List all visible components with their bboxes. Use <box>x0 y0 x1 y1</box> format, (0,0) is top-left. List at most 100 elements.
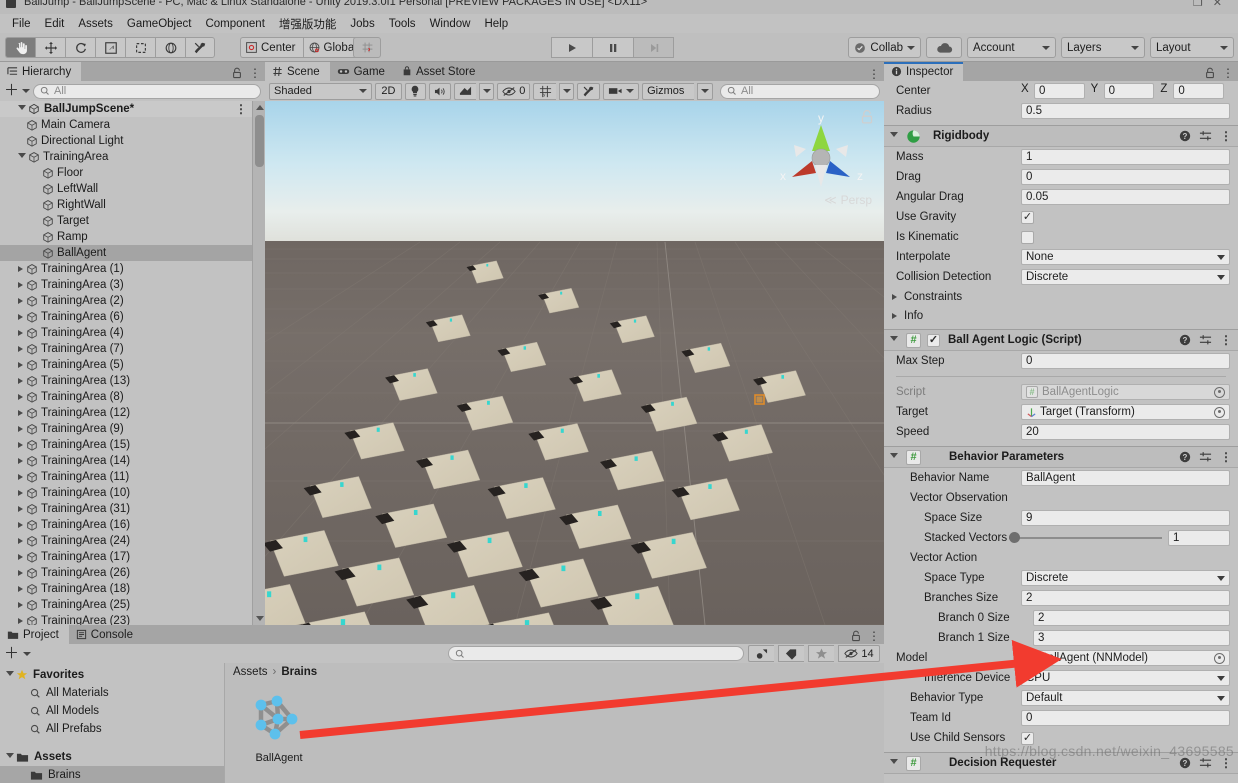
scene-lighting-toggle[interactable] <box>404 82 426 100</box>
max-step-field[interactable]: 0 <box>1021 353 1230 369</box>
menu-item-jobs[interactable]: Jobs <box>343 16 381 32</box>
layout-button[interactable]: Layout <box>1150 37 1234 58</box>
scene-audio-toggle[interactable] <box>428 82 451 100</box>
inference-device-dropdown[interactable]: CPU <box>1021 670 1230 686</box>
hierarchy-item[interactable]: TrainingArea (4) <box>0 325 265 341</box>
scene-grid-dropdown[interactable] <box>559 82 575 100</box>
tab-console[interactable]: Console <box>69 625 143 644</box>
behavior-parameters-menu-icon[interactable]: ⋮ <box>1220 451 1232 463</box>
presets-icon[interactable] <box>1199 334 1212 346</box>
decision-requester-header[interactable]: # Decision Requester ? ⋮ <box>884 752 1238 774</box>
hierarchy-item[interactable]: Ramp <box>0 229 265 245</box>
script-field[interactable]: # BallAgentLogic <box>1021 384 1230 400</box>
create-object-button[interactable]: ＋ <box>4 83 19 98</box>
hierarchy-scrollbar[interactable] <box>252 101 265 625</box>
hierarchy-item[interactable]: TrainingArea (14) <box>0 453 265 469</box>
space-size-field[interactable]: 9 <box>1021 510 1230 526</box>
chevron-down-icon[interactable] <box>890 336 898 344</box>
scene-search-input[interactable]: All <box>720 83 880 99</box>
scene-menu-icon[interactable]: ⋮ <box>868 68 880 80</box>
info-foldout[interactable]: Info <box>884 306 1238 325</box>
chevron-right-icon[interactable] <box>18 378 23 384</box>
chevron-right-icon[interactable] <box>18 394 23 400</box>
hierarchy-item[interactable]: Main Camera <box>0 117 265 133</box>
hierarchy-item[interactable]: TrainingArea (11) <box>0 469 265 485</box>
chevron-down-icon[interactable] <box>890 759 898 767</box>
chevron-right-icon[interactable] <box>18 506 23 512</box>
team-id-field[interactable]: 0 <box>1021 710 1230 726</box>
scene-menu-icon[interactable]: ⋮ <box>235 103 247 115</box>
chevron-down-icon[interactable] <box>18 153 26 161</box>
create-asset-button[interactable]: ＋ <box>4 646 19 661</box>
rigidbody-menu-icon[interactable]: ⋮ <box>1220 130 1232 142</box>
step-button[interactable] <box>633 37 674 58</box>
project-tree-item[interactable]: Assets <box>0 748 224 766</box>
hierarchy-item[interactable]: TrainingArea (5) <box>0 357 265 373</box>
lock-icon[interactable] <box>232 67 242 79</box>
tab-asset-store[interactable]: Asset Store <box>395 62 485 81</box>
hierarchy-item[interactable]: BallAgent <box>0 245 265 261</box>
chevron-right-icon[interactable] <box>18 298 23 304</box>
menu-item-file[interactable]: File <box>5 16 38 32</box>
hierarchy-item[interactable]: TrainingArea (23) <box>0 613 265 625</box>
hierarchy-item[interactable]: Directional Light <box>0 133 265 149</box>
filter-by-label-button[interactable] <box>778 645 804 662</box>
chevron-down-icon[interactable] <box>890 132 898 140</box>
hierarchy-item[interactable]: TrainingArea <box>0 149 265 165</box>
hierarchy-scene-row[interactable]: BallJumpScene* ⋮ <box>0 101 265 117</box>
chevron-right-icon[interactable] <box>18 538 23 544</box>
constraints-foldout[interactable]: Constraints <box>884 287 1238 306</box>
chevron-right-icon[interactable] <box>18 522 23 528</box>
object-picker-icon[interactable] <box>1214 386 1225 398</box>
scene-fx-dropdown[interactable] <box>479 82 495 100</box>
chevron-right-icon[interactable] <box>18 442 23 448</box>
hierarchy-item[interactable]: RightWall <box>0 197 265 213</box>
ball-agent-logic-header[interactable]: # Ball Agent Logic (Script) ? ⋮ <box>884 329 1238 351</box>
asset-item[interactable]: BallAgent <box>243 689 315 764</box>
help-icon[interactable]: ? <box>1179 451 1191 463</box>
tab-inspector[interactable]: Inspector <box>884 62 964 81</box>
chevron-down-icon[interactable] <box>890 453 898 461</box>
transform-tool-button[interactable] <box>155 37 185 58</box>
rigidbody-header[interactable]: Rigidbody ? ⋮ <box>884 125 1238 147</box>
project-tree-item[interactable]: All Materials <box>0 684 224 702</box>
chevron-right-icon[interactable] <box>18 602 23 608</box>
project-search-input[interactable] <box>448 646 744 661</box>
branches-size-field[interactable]: 2 <box>1021 590 1230 606</box>
hierarchy-item[interactable]: TrainingArea (16) <box>0 517 265 533</box>
slider-handle[interactable] <box>1009 532 1020 543</box>
two-d-toggle[interactable]: 2D <box>375 82 402 100</box>
chevron-right-icon[interactable] <box>18 266 23 272</box>
filter-by-type-button[interactable] <box>748 645 774 662</box>
menu-item-window[interactable]: Window <box>423 16 478 32</box>
hierarchy-item[interactable]: TrainingArea (7) <box>0 341 265 357</box>
speed-field[interactable]: 20 <box>1021 424 1230 440</box>
behavior-parameters-header[interactable]: # Behavior Parameters ? ⋮ <box>884 446 1238 468</box>
lock-icon[interactable] <box>1205 67 1215 79</box>
scene-viewport[interactable]: y x z ≪ Persp <box>265 101 884 625</box>
hierarchy-item[interactable]: LeftWall <box>0 181 265 197</box>
chevron-down-icon[interactable] <box>6 671 14 679</box>
hierarchy-item[interactable]: TrainingArea (6) <box>0 309 265 325</box>
scene-camera-button[interactable] <box>603 82 640 100</box>
inspector-menu-icon[interactable]: ⋮ <box>1222 67 1234 79</box>
object-picker-icon[interactable] <box>1214 652 1225 664</box>
gizmos-toggle[interactable]: Gizmos <box>642 82 694 100</box>
gizmos-dropdown[interactable] <box>697 82 713 100</box>
space-type-dropdown[interactable]: Discrete <box>1021 570 1230 586</box>
account-button[interactable]: Account <box>967 37 1056 58</box>
move-tool-button[interactable] <box>35 37 65 58</box>
play-button[interactable] <box>551 37 592 58</box>
tab-game[interactable]: Game <box>330 62 395 81</box>
rotate-tool-button[interactable] <box>65 37 95 58</box>
chevron-down-icon[interactable] <box>22 89 31 93</box>
layers-button[interactable]: Layers <box>1061 37 1145 58</box>
angular-drag-field[interactable]: 0.05 <box>1021 189 1230 205</box>
breadcrumb-assets[interactable]: Assets <box>233 666 268 678</box>
menu-item-help[interactable]: Help <box>477 16 515 32</box>
scroll-up-icon[interactable] <box>256 105 264 110</box>
ball-agent-logic-menu-icon[interactable]: ⋮ <box>1220 334 1232 346</box>
interpolate-dropdown[interactable]: None <box>1021 249 1230 265</box>
hierarchy-scroll-thumb[interactable] <box>255 115 264 167</box>
hierarchy-item[interactable]: TrainingArea (31) <box>0 501 265 517</box>
